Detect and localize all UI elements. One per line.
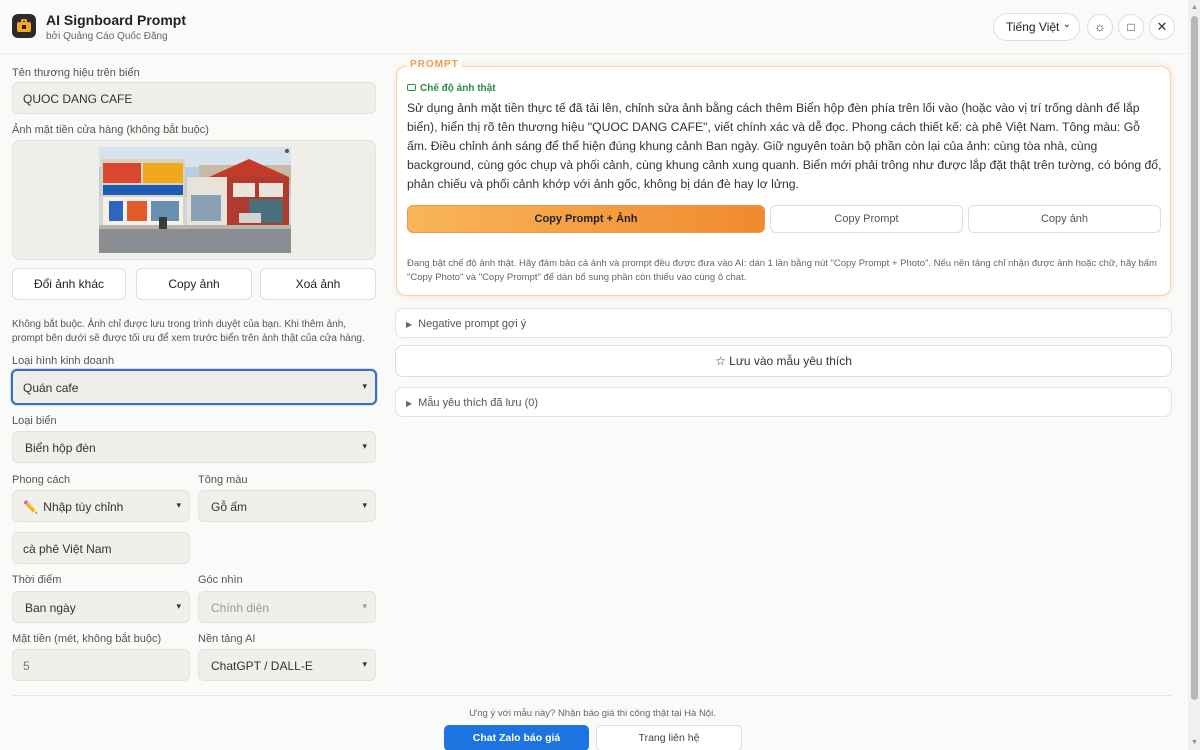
angle-select: Chính diện ▾ [198,591,376,623]
app-subtitle: bởi Quảng Cáo Quốc Đăng [46,31,168,42]
time-select[interactable]: Ban ngày ▾ [12,591,190,623]
style-value: Nhập tùy chỉnh [43,500,124,514]
width-label: Mặt tiền (mét, không bắt buộc) [12,633,162,645]
style-select[interactable]: ✏️ Nhập tùy chỉnh ▾ [12,490,190,522]
close-icon: ✕ [1156,19,1168,34]
chevron-down-icon: ▾ [362,381,367,391]
save-favorite-button[interactable]: ☆ Lưu vào mẫu yêu thích [395,345,1172,377]
prompt-hint: Đang bật chế độ ảnh thật. Hãy đảm bảo cả… [407,258,1157,283]
zalo-quote-button[interactable]: Chat Zalo báo giá [444,725,589,750]
platform-label: Nền tảng AI [198,633,256,645]
delete-photo-button[interactable]: Xoá ảnh [260,268,376,300]
chevron-down-icon: ▾ [362,500,367,510]
maximize-button[interactable]: □ [1118,14,1144,40]
sign-type-value: Biển hộp đèn [25,441,96,455]
footer-text: Ưng ý với mẫu này? Nhận báo giá thi công… [469,708,716,719]
time-label: Thời điểm [12,574,62,586]
copy-prompt-photo-button[interactable]: Copy Prompt + Ảnh [407,205,765,233]
contact-page-button[interactable]: Trang liên hệ [596,725,742,750]
title-bar: AI Signboard Prompt bởi Quảng Cáo Quốc Đ… [0,0,1200,54]
storefront-photo [99,147,291,253]
photo-label: Ảnh mặt tiền cửa hàng (không bắt buộc) [12,124,209,136]
chevron-down-icon: ▾ [362,441,367,451]
language-value: Tiếng Việt [1006,20,1060,34]
color-select[interactable]: Gỗ ấm ▾ [198,490,376,522]
prompt-section-tag: PROMPT [407,59,462,70]
width-input[interactable]: 5 [12,649,190,681]
brand-input[interactable]: QUOC DANG CAFE [12,82,376,114]
chevron-down-icon: ⌄ [1062,19,1071,30]
scroll-up-icon[interactable]: ▲ [1191,4,1198,11]
angle-value: Chính diện [211,601,270,615]
copy-image-button[interactable]: Copy ảnh [968,205,1161,233]
copy-photo-button[interactable]: Copy ảnh [136,268,252,300]
angle-label: Góc nhìn [198,574,243,586]
saved-favorites-toggle[interactable]: ▶ Mẫu yêu thích đã lưu (0) [395,387,1172,417]
theme-toggle-button[interactable]: ☼ [1087,14,1113,40]
photo-note: Không bắt buộc. Ảnh chỉ được lưu trong t… [12,319,365,344]
briefcase-icon [12,14,36,38]
color-label: Tông màu [198,474,248,486]
style-custom-input[interactable]: cà phê Việt Nam [12,532,190,564]
chevron-down-icon: ▾ [176,500,181,510]
chevron-down-icon: ▾ [362,659,367,669]
copy-prompt-button[interactable]: Copy Prompt [770,205,963,233]
app-window: AI Signboard Prompt bởi Quảng Cáo Quốc Đ… [0,0,1200,750]
chevron-down-icon: ▾ [362,601,367,611]
platform-value: ChatGPT / DALL-E [211,659,313,673]
brand-label: Tên thương hiệu trên biển [12,67,140,79]
time-value: Ban ngày [25,601,76,615]
platform-select[interactable]: ChatGPT / DALL-E ▾ [198,649,376,681]
negative-prompt-label: Negative prompt gợi ý [418,318,527,330]
sign-type-label: Loại biển [12,415,57,427]
business-select[interactable]: Quán cafe ▾ [11,369,377,405]
prompt-card: Chế độ ảnh thật Sử dụng ảnh mặt tiền thự… [396,66,1171,296]
photo-dropzone[interactable] [12,140,376,260]
pencil-icon: ✏️ [23,500,38,514]
square-icon: □ [1127,20,1135,34]
business-value: Quán cafe [23,381,79,395]
footer-divider [12,695,1172,696]
close-button[interactable]: ✕ [1149,14,1175,40]
app-title: AI Signboard Prompt [46,12,186,28]
triangle-right-icon: ▶ [406,320,413,329]
camera-icon [407,84,416,91]
triangle-right-icon: ▶ [406,399,413,408]
style-label: Phong cách [12,474,71,486]
change-photo-button[interactable]: Đổi ảnh khác [12,268,126,300]
sun-icon: ☼ [1094,19,1106,34]
negative-prompt-toggle[interactable]: ▶ Negative prompt gợi ý [395,308,1172,338]
chevron-down-icon: ▾ [176,601,181,611]
business-label: Loại hình kinh doanh [12,355,115,367]
mode-label: Chế độ ảnh thật [420,83,496,94]
scroll-down-icon[interactable]: ▼ [1191,739,1198,746]
prompt-text[interactable]: Sử dụng ảnh mặt tiền thực tế đã tải lên,… [407,99,1162,194]
scrollbar[interactable]: ▲ ▼ [1188,0,1200,750]
color-value: Gỗ ấm [211,500,248,514]
real-photo-mode-badge: Chế độ ảnh thật [407,83,496,94]
saved-favorites-label: Mẫu yêu thích đã lưu (0) [418,397,539,409]
sign-type-select[interactable]: Biển hộp đèn ▾ [12,431,376,463]
language-select[interactable]: Tiếng Việt ⌄ [993,13,1080,41]
scrollbar-thumb[interactable] [1191,16,1198,700]
